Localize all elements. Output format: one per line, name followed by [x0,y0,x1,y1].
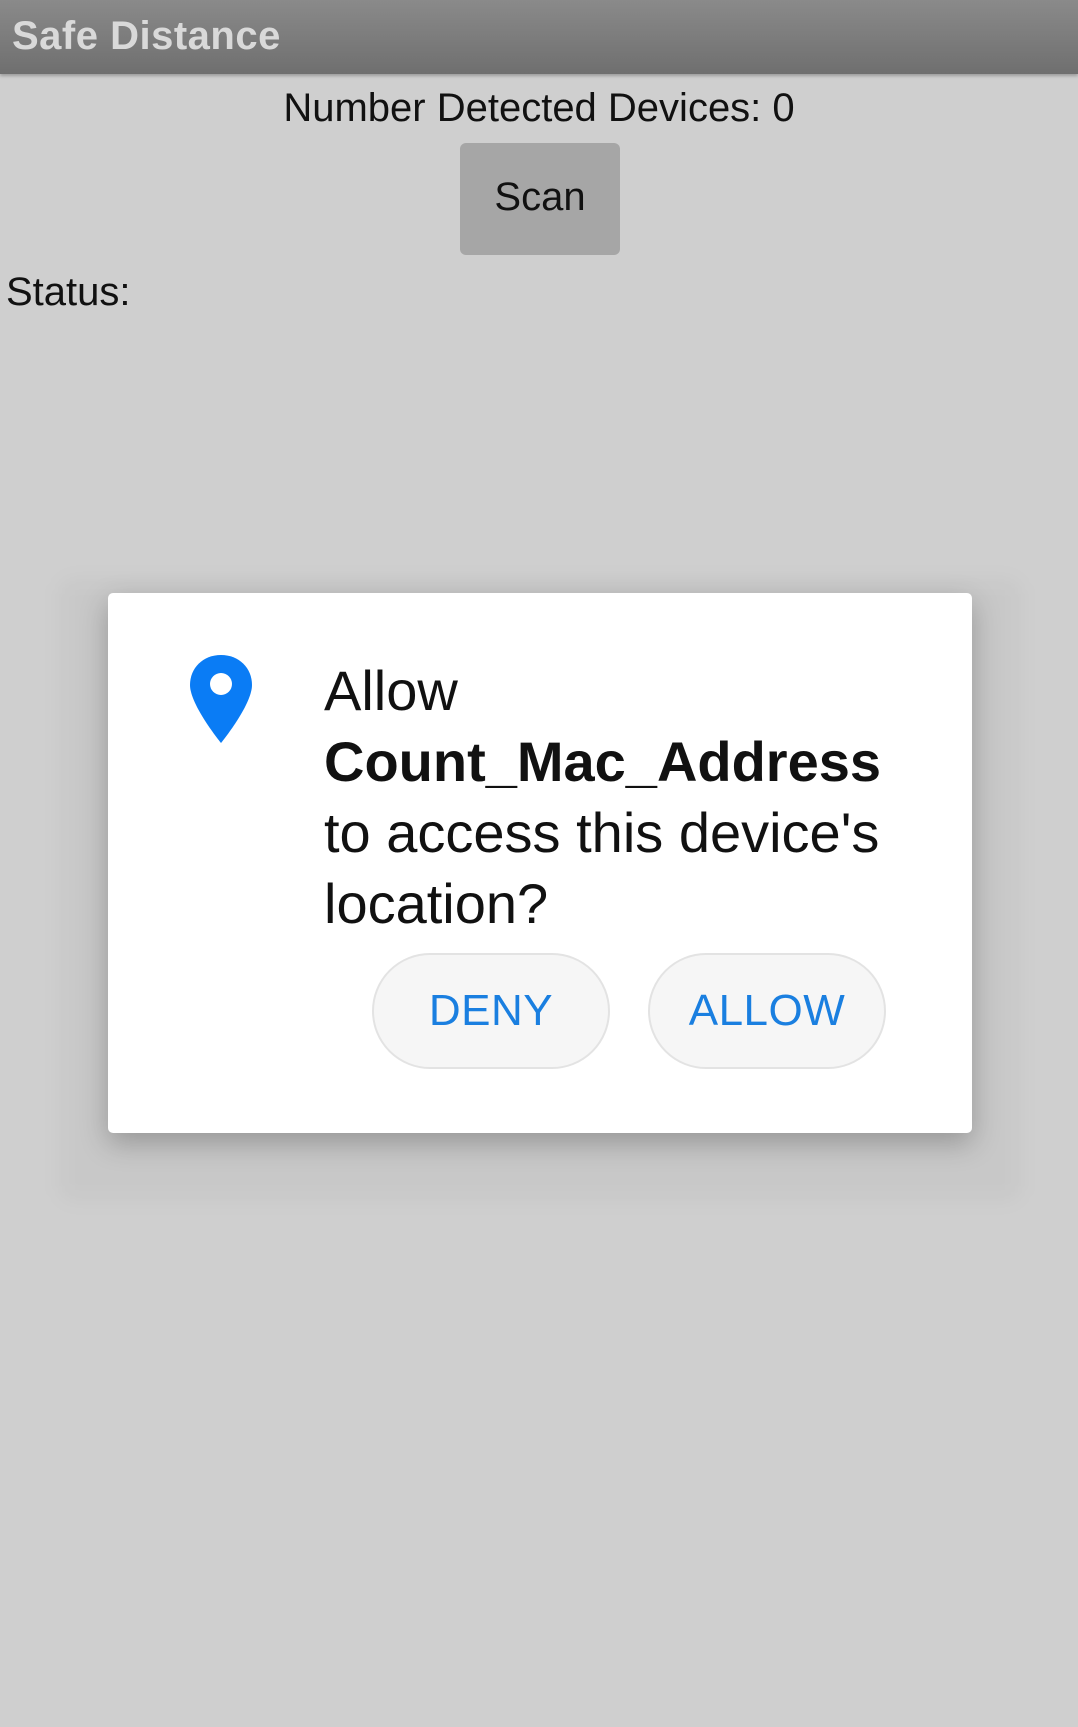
location-permission-dialog: Allow Count_Mac_Address to access this d… [108,593,972,1133]
scan-button[interactable]: Scan [460,143,620,255]
app-title: Safe Distance [12,14,281,58]
allow-button[interactable]: ALLOW [648,953,886,1069]
device-count-label: Number Detected Devices: 0 [283,86,795,130]
app-bar: Safe Distance [0,0,1078,74]
location-pin-icon [190,655,252,743]
dialog-message: Allow Count_Mac_Address to access this d… [324,655,944,939]
dialog-message-line2: location? [324,872,549,935]
status-label: Status: [6,270,131,314]
dialog-app-name: Count_Mac_Address [324,730,882,793]
dialog-message-prefix: Allow [324,659,458,722]
dialog-message-line1: to access this device's [324,801,880,864]
deny-button[interactable]: DENY [372,953,610,1069]
